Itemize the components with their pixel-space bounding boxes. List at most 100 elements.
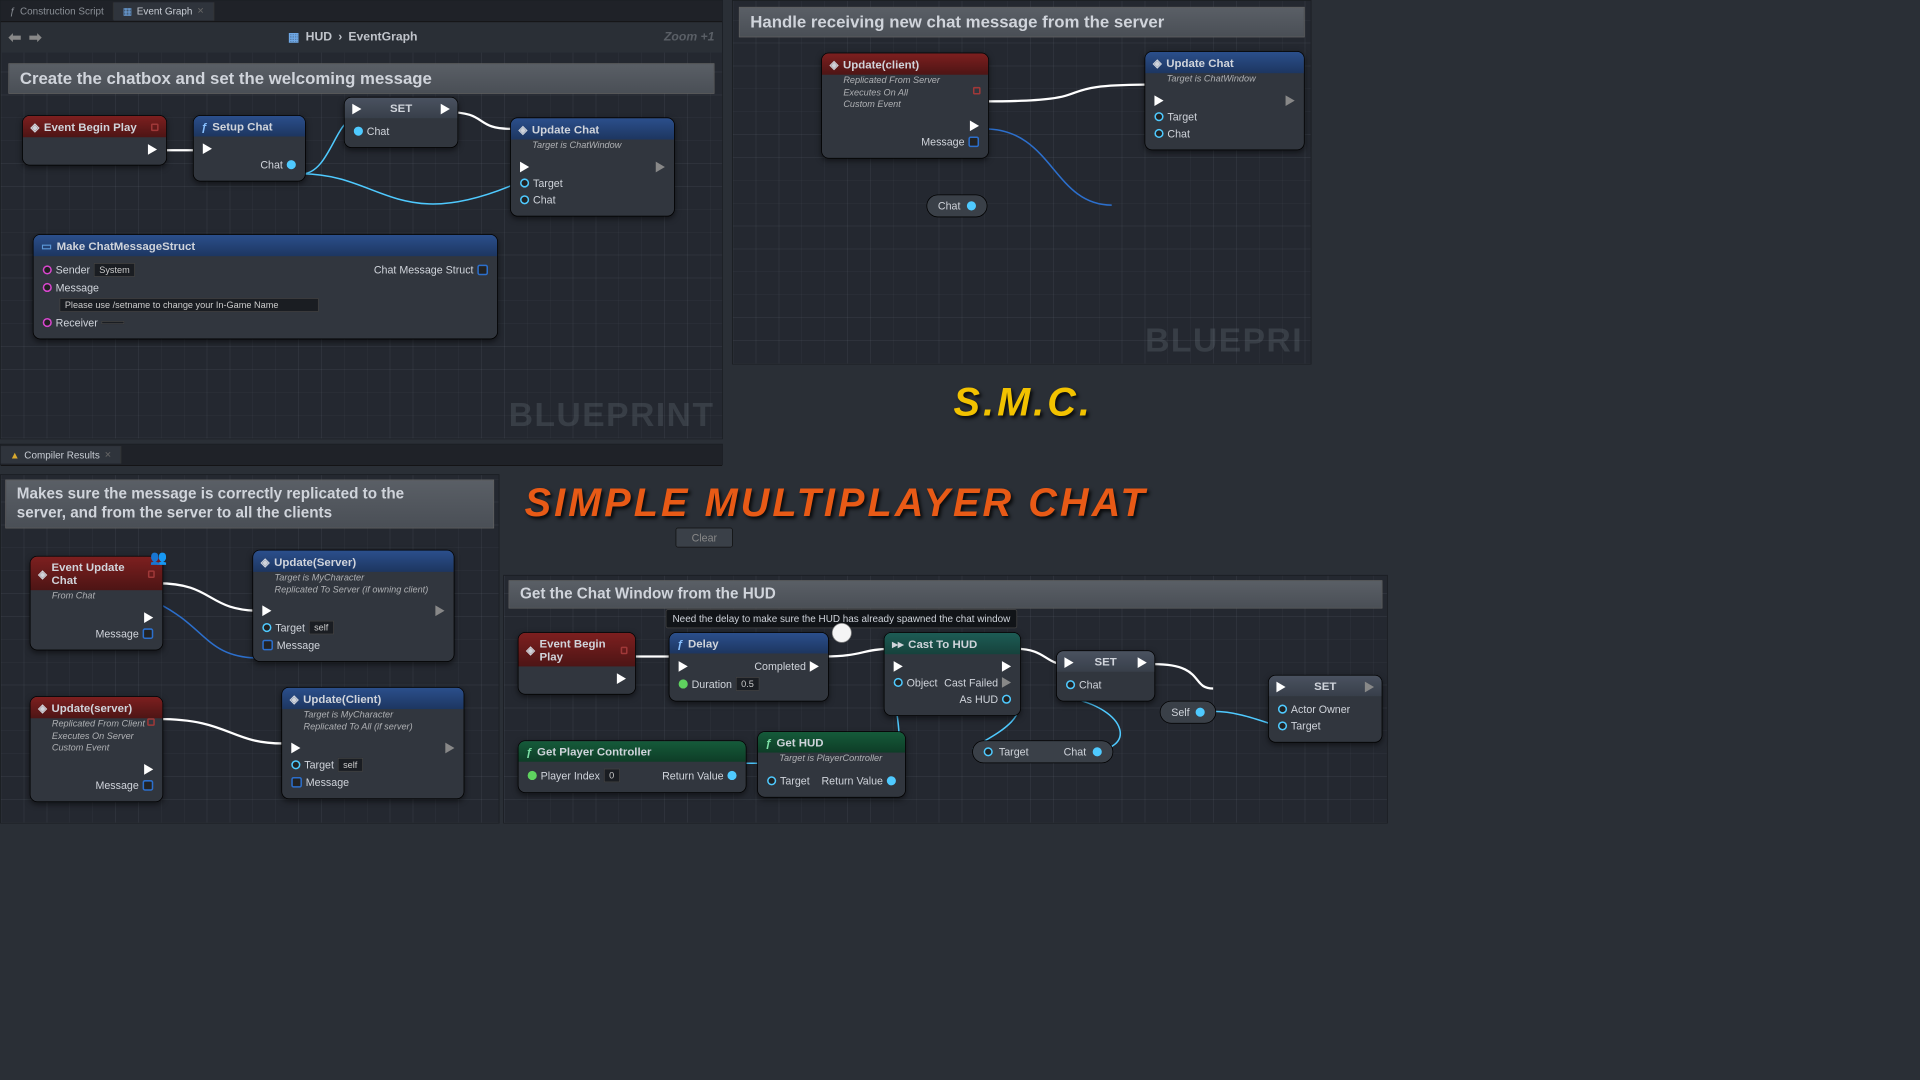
pin-out[interactable] <box>1196 708 1205 717</box>
pin-message-out[interactable] <box>968 136 979 147</box>
value-index[interactable]: 0 <box>604 769 620 783</box>
exec-out-pin[interactable] <box>656 161 665 172</box>
tab-construction[interactable]: ƒ Construction Script <box>1 2 114 20</box>
node-update-client-func[interactable]: ◈Update(Client) Target is MyCharacterRep… <box>281 687 464 799</box>
exec-in-pin[interactable] <box>1276 681 1285 692</box>
exec-out-pin[interactable] <box>441 103 450 114</box>
pin-chat-out[interactable] <box>287 160 296 169</box>
pin-chat[interactable] <box>520 195 529 204</box>
node-setup-chat[interactable]: ƒSetup Chat Chat <box>193 115 306 181</box>
value-receiver[interactable] <box>102 321 125 324</box>
pin-sender[interactable] <box>43 265 52 274</box>
node-subtitle: Target is ChatWindow <box>511 140 674 155</box>
close-icon[interactable]: ✕ <box>197 6 204 16</box>
tab-event-graph[interactable]: ▦ Event Graph ✕ <box>114 2 214 20</box>
exec-in-pin[interactable] <box>679 661 688 672</box>
node-make-struct[interactable]: ▭Make ChatMessageStruct SenderSystem Cha… <box>33 234 498 339</box>
pin-out[interactable] <box>967 201 976 210</box>
node-update-client-event[interactable]: ◈Update(client) Replicated From ServerEx… <box>821 53 989 159</box>
pin-target[interactable] <box>1154 112 1163 121</box>
exec-out-pin[interactable] <box>1365 681 1374 692</box>
exec-out-pin[interactable] <box>1286 95 1295 106</box>
exec-in-pin[interactable] <box>203 143 212 154</box>
pin-as-hud[interactable] <box>1002 695 1011 704</box>
pin-target[interactable] <box>291 760 300 769</box>
node-title: Setup Chat <box>212 120 272 133</box>
exec-out-pin[interactable] <box>148 144 157 155</box>
node-subtitle: Target is PlayerController <box>758 753 905 768</box>
node-get-hud[interactable]: ƒGet HUD Target is PlayerController Targ… <box>757 731 906 797</box>
pin-target-in[interactable] <box>767 776 776 785</box>
node-event-begin-play[interactable]: ◈ Event Begin Play <box>22 115 167 165</box>
pin-return[interactable] <box>887 776 896 785</box>
reroute-chat[interactable]: Chat <box>926 194 987 217</box>
node-set-chat[interactable]: SET Chat <box>344 97 458 148</box>
exec-out-pin[interactable] <box>810 661 819 672</box>
exec-out-pin[interactable] <box>445 743 454 754</box>
clock-icon <box>832 623 852 643</box>
pin-receiver[interactable] <box>43 318 52 327</box>
exec-out-pin[interactable] <box>1138 657 1147 668</box>
pin-message-out[interactable] <box>143 628 154 639</box>
node-set-chat-2[interactable]: SET Chat <box>1056 650 1155 701</box>
value-sender[interactable]: System <box>94 263 135 277</box>
value-message[interactable]: Please use /setname to change your In-Ga… <box>59 298 318 312</box>
pin-message-in[interactable] <box>262 640 273 651</box>
exec-in-pin[interactable] <box>262 606 271 617</box>
close-icon[interactable]: ✕ <box>104 450 111 460</box>
exec-out-pin[interactable] <box>617 673 626 684</box>
exec-out-pin[interactable] <box>144 612 153 623</box>
node-event-update-chat[interactable]: ◈Event Update Chat From Chat Message <box>30 556 163 650</box>
tab-compiler-results[interactable]: ▲ Compiler Results ✕ <box>1 446 122 464</box>
pin-duration[interactable] <box>679 679 688 688</box>
exec-in-pin[interactable] <box>1064 657 1073 668</box>
node-get-player-controller[interactable]: ƒGet Player Controller Player Index0 Ret… <box>518 740 747 793</box>
node-update-server-func[interactable]: ◈Update(Server) Target is MyCharacterRep… <box>252 550 454 662</box>
clear-button[interactable]: Clear <box>676 528 734 548</box>
pin-object[interactable] <box>894 678 903 687</box>
pin-in[interactable] <box>354 127 363 136</box>
exec-in-pin[interactable] <box>291 743 300 754</box>
node-sub-line: Target is MyCharacter <box>303 709 393 720</box>
pin-struct-out[interactable] <box>477 265 488 276</box>
nav-fwd-icon[interactable]: ➡ <box>29 28 42 47</box>
pin-message[interactable] <box>43 283 52 292</box>
nav-back-icon[interactable]: ⬅ <box>8 28 21 47</box>
pin-message-out[interactable] <box>143 780 154 791</box>
pin-message-in[interactable] <box>291 777 302 788</box>
exec-in-pin[interactable] <box>352 103 361 114</box>
exec-out-pin[interactable] <box>1002 661 1011 672</box>
value-self[interactable]: self <box>338 758 363 772</box>
pin-chat-out[interactable] <box>1092 747 1101 756</box>
node-update-chat-2[interactable]: ◈Update Chat Target is ChatWindow Target… <box>1145 51 1305 150</box>
pin-player-index[interactable] <box>528 771 537 780</box>
exec-out-pin[interactable] <box>970 120 979 131</box>
exec-out-pin[interactable] <box>144 764 153 775</box>
function-icon: ◈ <box>290 692 299 706</box>
reroute-self[interactable]: Self <box>1160 701 1217 724</box>
pin-target[interactable] <box>520 178 529 187</box>
node-update-chat[interactable]: ◈Update Chat Target is ChatWindow Target… <box>510 117 675 216</box>
exec-in-pin[interactable] <box>894 661 903 672</box>
node-delay[interactable]: ƒDelay Completed Duration0.5 <box>669 632 829 701</box>
reroute-target-chat[interactable]: Target Chat <box>972 740 1113 763</box>
value-duration[interactable]: 0.5 <box>736 677 759 691</box>
pin-label: Object <box>907 676 938 688</box>
exec-in-pin[interactable] <box>1154 95 1163 106</box>
breadcrumb-root[interactable]: HUD <box>306 31 332 45</box>
exec-out-pin[interactable] <box>435 606 444 617</box>
pin-target[interactable] <box>262 623 271 632</box>
value-self[interactable]: self <box>309 621 334 635</box>
pin-target-in[interactable] <box>984 747 993 756</box>
node-set-owner[interactable]: SET Actor Owner Target <box>1268 675 1382 743</box>
pin-owner-in[interactable] <box>1278 705 1287 714</box>
node-event-begin-play-2[interactable]: ◈Event Begin Play <box>518 632 636 695</box>
node-cast-to-hud[interactable]: ▸▸Cast To HUD ObjectCast Failed As HUD <box>884 632 1021 716</box>
pin-chat-in[interactable] <box>1066 680 1075 689</box>
exec-cast-failed[interactable] <box>1002 677 1011 688</box>
exec-in-pin[interactable] <box>520 161 529 172</box>
pin-return[interactable] <box>727 771 736 780</box>
node-update-server-event[interactable]: ◈Update(server) Replicated From ClientEx… <box>30 696 163 802</box>
pin-target-in[interactable] <box>1278 721 1287 730</box>
pin-chat[interactable] <box>1154 129 1163 138</box>
